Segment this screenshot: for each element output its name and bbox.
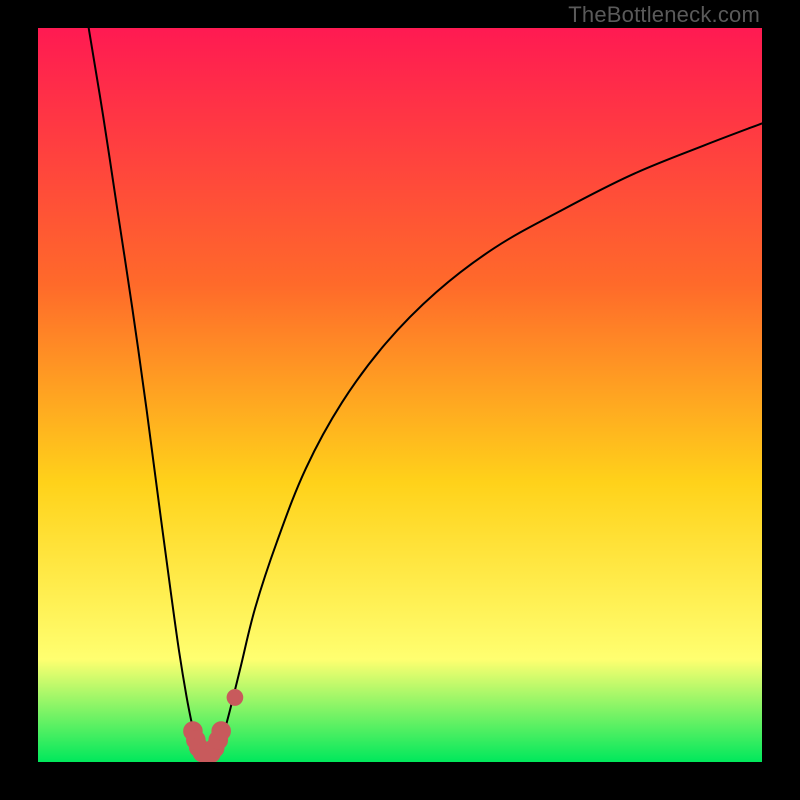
- watermark-text: TheBottleneck.com: [568, 2, 760, 28]
- plot-area: [38, 28, 762, 762]
- outer-frame: TheBottleneck.com: [0, 0, 800, 800]
- gradient-background: [38, 28, 762, 762]
- marker-dot: [227, 689, 243, 705]
- marker-dot: [212, 722, 231, 741]
- chart-svg: [38, 28, 762, 762]
